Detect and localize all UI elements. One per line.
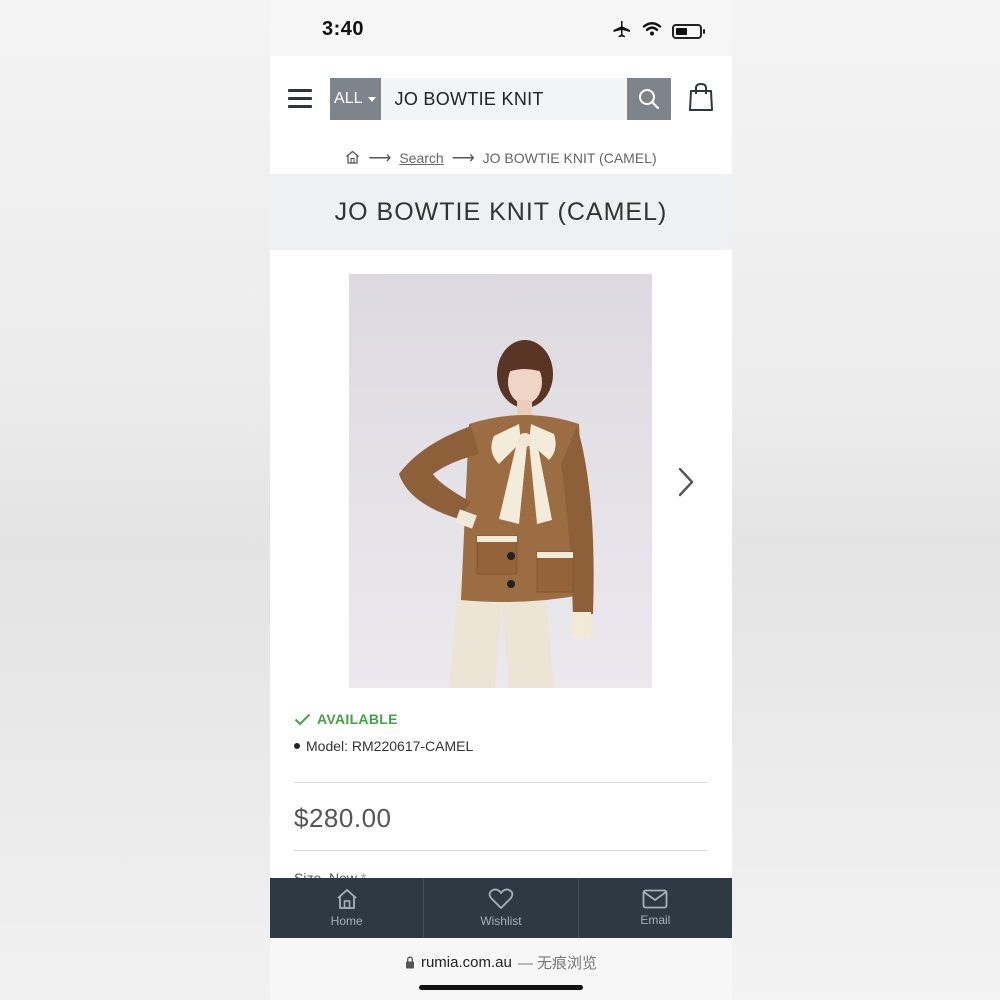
chevron-right-icon[interactable] — [672, 464, 700, 500]
search-icon — [638, 89, 659, 110]
background-right — [732, 0, 1000, 1000]
model-info: Model: RM220617-CAMEL — [294, 738, 473, 754]
airplane-icon — [612, 20, 632, 43]
wifi-icon — [642, 21, 662, 42]
divider — [294, 850, 708, 851]
model-label: Model: RM220617-CAMEL — [306, 738, 474, 754]
availability-label: AVAILABLE — [317, 711, 398, 727]
status-time: 3:40 — [322, 18, 365, 40]
divider — [294, 782, 708, 783]
breadcrumb-search-link[interactable]: Search — [399, 150, 443, 166]
category-select-label: ALL — [334, 90, 363, 107]
nav-home[interactable]: Home — [270, 878, 425, 938]
battery-icon — [672, 24, 705, 39]
status-icons — [612, 20, 705, 43]
caret-down-icon — [368, 96, 377, 102]
envelope-icon — [642, 889, 668, 909]
page-title: JO BOWTIE KNIT (CAMEL) — [334, 197, 668, 226]
title-band: JO BOWTIE KNIT (CAMEL) — [270, 174, 732, 250]
product-photo-illustration — [399, 340, 594, 688]
url-suffix: — 无痕浏览 — [517, 955, 598, 972]
nav-wishlist[interactable]: Wishlist — [424, 878, 579, 938]
home-indicator[interactable] — [419, 985, 583, 990]
arrow-right-icon: ⟶ — [368, 150, 392, 167]
lock-icon — [405, 956, 414, 969]
browser-url-bar: rumia.com.au — 无痕浏览 — [270, 938, 732, 1000]
bottom-nav: Home Wishlist Email — [270, 878, 732, 938]
url-domain: rumia.com.au — [420, 954, 512, 971]
status-bar: 3:40 — [270, 0, 732, 56]
check-icon — [294, 713, 311, 725]
product-image[interactable] — [349, 274, 652, 688]
search-input[interactable] — [380, 78, 627, 120]
site-header: ALL — [270, 56, 732, 142]
availability-status: AVAILABLE — [294, 711, 398, 727]
shopping-bag-icon[interactable] — [688, 82, 714, 117]
background-left — [0, 0, 270, 1000]
menu-icon[interactable] — [288, 89, 312, 109]
search-bar: ALL — [330, 78, 671, 120]
nav-email[interactable]: Email — [579, 878, 732, 938]
breadcrumb: ⟶ Search ⟶ JO BOWTIE KNIT (CAMEL) — [270, 142, 732, 174]
phone-screen: 3:40 ALL JO BOWTIE KNIT ⟶ Search ⟶ JO BO… — [270, 0, 732, 1000]
breadcrumb-current: JO BOWTIE KNIT (CAMEL) — [482, 150, 657, 166]
nav-email-label: Email — [640, 913, 671, 927]
nav-home-label: Home — [330, 914, 363, 928]
search-button[interactable] — [626, 78, 671, 120]
home-icon — [337, 888, 357, 909]
url-display[interactable]: rumia.com.au — 无痕浏览 — [270, 952, 732, 973]
category-select[interactable]: ALL — [330, 78, 381, 120]
bullet-icon — [294, 743, 300, 749]
arrow-right-icon: ⟶ — [451, 150, 475, 167]
home-icon[interactable] — [345, 150, 360, 167]
heart-icon — [488, 888, 514, 909]
nav-wishlist-label: Wishlist — [480, 914, 522, 928]
product-price: $280.00 — [294, 803, 392, 833]
